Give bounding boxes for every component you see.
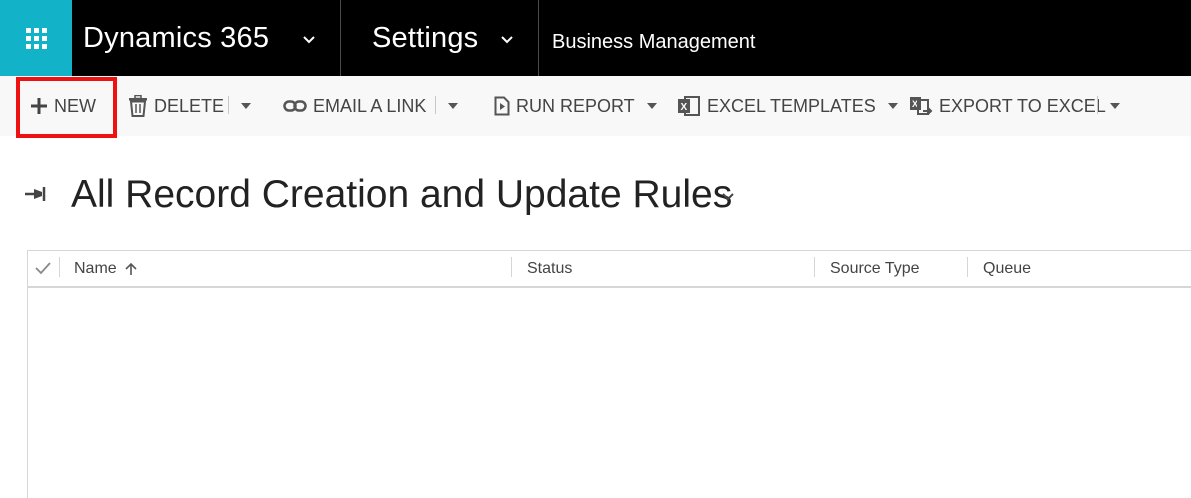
column-header-status[interactable]: Status (527, 251, 572, 286)
new-button[interactable]: NEW (30, 76, 96, 136)
caret-down-icon (1110, 103, 1120, 109)
chevron-down-icon[interactable] (722, 192, 734, 201)
column-label: Name (74, 259, 117, 277)
column-label: Source Type (830, 259, 920, 277)
caret-down-icon (887, 103, 898, 109)
column-divider (511, 257, 512, 277)
export-more-dropdown[interactable] (1107, 76, 1123, 136)
link-icon (283, 99, 307, 113)
records-grid: Name Status Source Type Queue (27, 250, 1191, 498)
area-name: Settings (372, 21, 479, 54)
svg-text:X: X (681, 102, 688, 113)
caret-down-icon (448, 103, 458, 109)
caret-down-icon (241, 103, 251, 109)
email-link-more-dropdown[interactable] (445, 76, 461, 136)
column-header-name[interactable]: Name (74, 251, 137, 286)
command-divider (1097, 96, 1098, 114)
chevron-down-icon (501, 36, 513, 44)
column-divider (967, 257, 968, 277)
new-label: NEW (54, 95, 96, 116)
sort-ascending-icon (125, 262, 137, 275)
app-switcher[interactable]: Dynamics 365 (72, 0, 341, 76)
export-excel-label: EXPORT TO EXCEL (939, 95, 1106, 116)
breadcrumb-page[interactable]: Business Management (539, 0, 755, 76)
delete-button[interactable]: DELETE (128, 76, 224, 136)
grid-body (28, 288, 1191, 498)
column-label: Status (527, 259, 573, 277)
trash-icon (128, 95, 148, 117)
export-excel-icon: X (909, 95, 933, 117)
column-label: Queue (983, 259, 1032, 277)
delete-label: DELETE (154, 95, 225, 116)
column-divider (59, 257, 60, 277)
email-link-label: EMAIL A LINK (313, 95, 427, 116)
plus-icon (30, 97, 48, 115)
view-title[interactable]: All Record Creation and Update Rules (71, 173, 732, 217)
column-divider (814, 257, 815, 277)
area-switcher[interactable]: Settings (341, 0, 539, 76)
command-divider (228, 96, 229, 114)
command-divider (435, 96, 436, 114)
run-report-button[interactable]: RUN REPORT (494, 76, 657, 136)
excel-templates-label: EXCEL TEMPLATES (707, 95, 876, 116)
app-name: Dynamics 365 (83, 21, 270, 54)
chevron-down-icon (303, 36, 315, 44)
pin-icon[interactable] (24, 185, 50, 203)
export-excel-button[interactable]: X EXPORT TO EXCEL (909, 76, 1106, 136)
app-launcher-button[interactable] (0, 0, 72, 76)
report-icon (494, 96, 510, 116)
column-header-source-type[interactable]: Source Type (830, 251, 920, 286)
caret-down-icon (646, 103, 657, 109)
delete-more-dropdown[interactable] (238, 76, 254, 136)
command-bar: NEW DELETE EMAIL A LINK RUN REPORT X EXC… (0, 76, 1191, 136)
top-nav-bar: Dynamics 365 Settings Business Managemen… (0, 0, 1191, 76)
grid-header: Name Status Source Type Queue (28, 251, 1191, 288)
email-link-button[interactable]: EMAIL A LINK (283, 76, 426, 136)
column-header-queue[interactable]: Queue (983, 251, 1031, 286)
waffle-grid-icon (25, 27, 47, 49)
page-name: Business Management (552, 31, 756, 53)
excel-icon: X (677, 95, 701, 117)
select-all-checkmark-icon[interactable] (34, 259, 52, 277)
run-report-label: RUN REPORT (516, 95, 635, 116)
excel-templates-button[interactable]: X EXCEL TEMPLATES (677, 76, 898, 136)
